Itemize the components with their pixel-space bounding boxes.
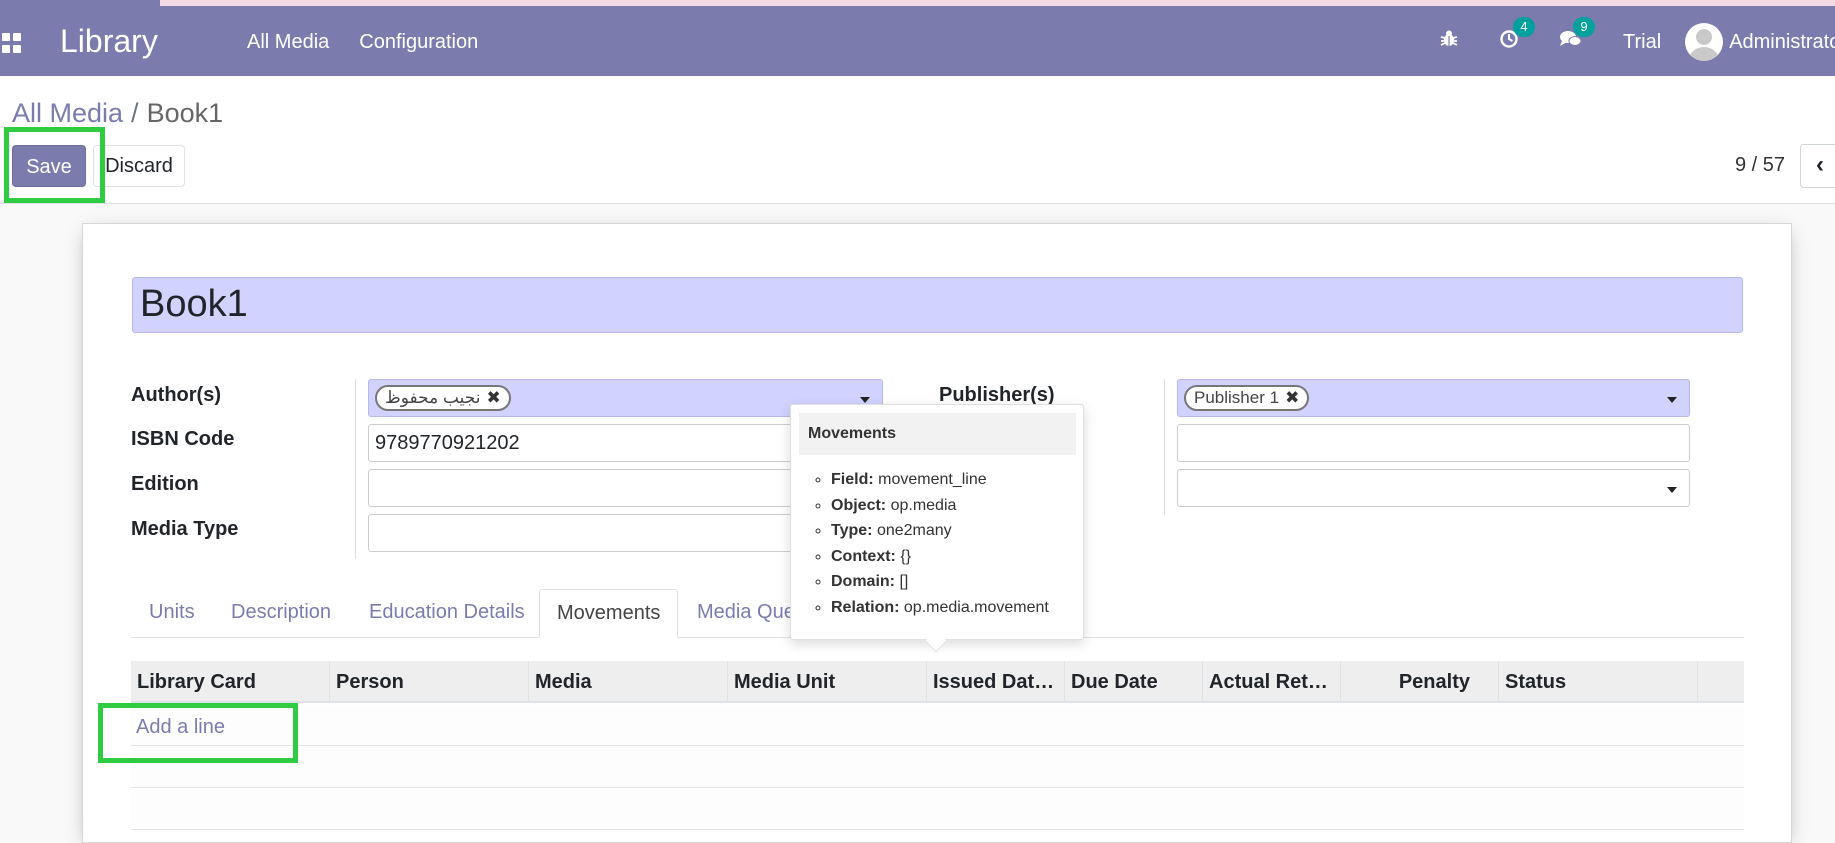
column-person[interactable]: Person — [330, 661, 529, 703]
browser-strip — [160, 0, 1835, 6]
tooltip-item: Field: movement_line — [831, 467, 1049, 493]
media-name-input[interactable]: Book1 — [132, 277, 1743, 333]
activity-clock-icon[interactable]: 4 — [1499, 17, 1536, 55]
breadcrumb-parent-link[interactable]: All Media — [12, 98, 123, 128]
dropdown-caret-icon[interactable] — [860, 397, 870, 403]
top-strip — [0, 0, 1835, 7]
publisher-select-field[interactable] — [1177, 469, 1690, 507]
movements-table-header: Library Card Person Media Media Unit Iss… — [131, 661, 1744, 703]
column-actual-return[interactable]: Actual Ret… — [1203, 661, 1341, 703]
top-menu: All Media Configuration — [247, 29, 478, 55]
systray: 4 9 Trial Administrator — [1439, 17, 1835, 63]
author-tag-label: نجيب محفوظ — [385, 388, 481, 407]
remove-tag-icon[interactable]: ✖ — [486, 388, 500, 407]
messages-count-badge: 9 — [1573, 17, 1596, 37]
edition-label: Edition — [131, 473, 199, 495]
breadcrumb: All Media / Book1 — [12, 96, 223, 130]
discard-button[interactable]: Discard — [93, 145, 185, 187]
main-navbar: Library All Media Configuration 4 9 Tria… — [0, 7, 1835, 76]
tooltip-details-list: Field: movement_line Object: op.media Ty… — [831, 467, 1049, 621]
table-row — [131, 747, 1744, 788]
column-due-date[interactable]: Due Date — [1065, 661, 1203, 703]
tooltip-item: Relation: op.media.movement — [831, 595, 1049, 621]
menu-all-media[interactable]: All Media — [247, 29, 329, 55]
publisher-extra-field[interactable] — [1177, 424, 1690, 462]
activity-count-badge: 4 — [1513, 17, 1536, 37]
user-avatar[interactable] — [1685, 23, 1724, 61]
group-divider — [1164, 379, 1165, 515]
column-library-card[interactable]: Library Card — [131, 661, 330, 703]
tooltip-item: Domain: [] — [831, 569, 1049, 595]
publisher-tag-label: Publisher 1 — [1194, 388, 1280, 407]
save-button-highlight — [4, 127, 105, 203]
app-brand[interactable]: Library — [60, 21, 158, 61]
column-media-unit[interactable]: Media Unit — [728, 661, 927, 703]
pager-value[interactable]: 9 / 57 — [1735, 154, 1785, 177]
column-media[interactable]: Media — [529, 661, 728, 703]
tab-education-details[interactable]: Education Details — [369, 589, 525, 638]
tooltip-title: Movements — [799, 413, 1076, 455]
field-debug-tooltip: Movements Field: movement_line Object: o… — [790, 404, 1084, 653]
group-divider — [355, 379, 356, 559]
column-status[interactable]: Status — [1499, 661, 1698, 703]
messages-chat-icon[interactable]: 9 — [1559, 17, 1596, 55]
tab-movements[interactable]: Movements — [539, 589, 679, 638]
dropdown-caret-icon[interactable] — [1667, 397, 1677, 403]
breadcrumb-separator: / — [131, 98, 139, 128]
user-menu-name[interactable]: Administrator — [1729, 31, 1835, 54]
control-panel: All Media / Book1 Save Discard 9 / 57 ‹ — [0, 76, 1835, 204]
column-issued-date[interactable]: Issued Dat… — [927, 661, 1065, 703]
pager-previous-chevron-icon[interactable]: ‹ — [1800, 144, 1835, 188]
dropdown-caret-icon[interactable] — [1667, 487, 1677, 493]
tab-description[interactable]: Description — [231, 589, 331, 638]
tab-media-queue[interactable]: Media Que — [697, 589, 795, 638]
tab-units[interactable]: Units — [149, 589, 195, 638]
trial-label[interactable]: Trial — [1623, 31, 1661, 54]
publishers-many2many-field[interactable]: Publisher 1 ✖ — [1177, 379, 1690, 417]
apps-menu-icon[interactable] — [2, 33, 22, 53]
author-tag[interactable]: نجيب محفوظ ✖ — [375, 385, 511, 411]
debug-bug-icon[interactable] — [1439, 29, 1459, 55]
column-penalty[interactable]: Penalty — [1341, 661, 1499, 703]
table-row — [131, 705, 1744, 746]
add-line-highlight — [98, 703, 298, 763]
breadcrumb-current: Book1 — [146, 98, 224, 128]
tooltip-item: Context: {} — [831, 544, 1049, 570]
authors-label: Author(s) — [131, 384, 221, 406]
isbn-label: ISBN Code — [131, 428, 235, 450]
publisher-tag[interactable]: Publisher 1 ✖ — [1184, 385, 1310, 411]
tooltip-item: Type: one2many — [831, 518, 1049, 544]
table-row — [131, 789, 1744, 830]
media-type-label: Media Type — [131, 518, 239, 540]
remove-tag-icon[interactable]: ✖ — [1285, 388, 1299, 407]
tooltip-item: Object: op.media — [831, 493, 1049, 519]
menu-configuration[interactable]: Configuration — [359, 29, 478, 55]
